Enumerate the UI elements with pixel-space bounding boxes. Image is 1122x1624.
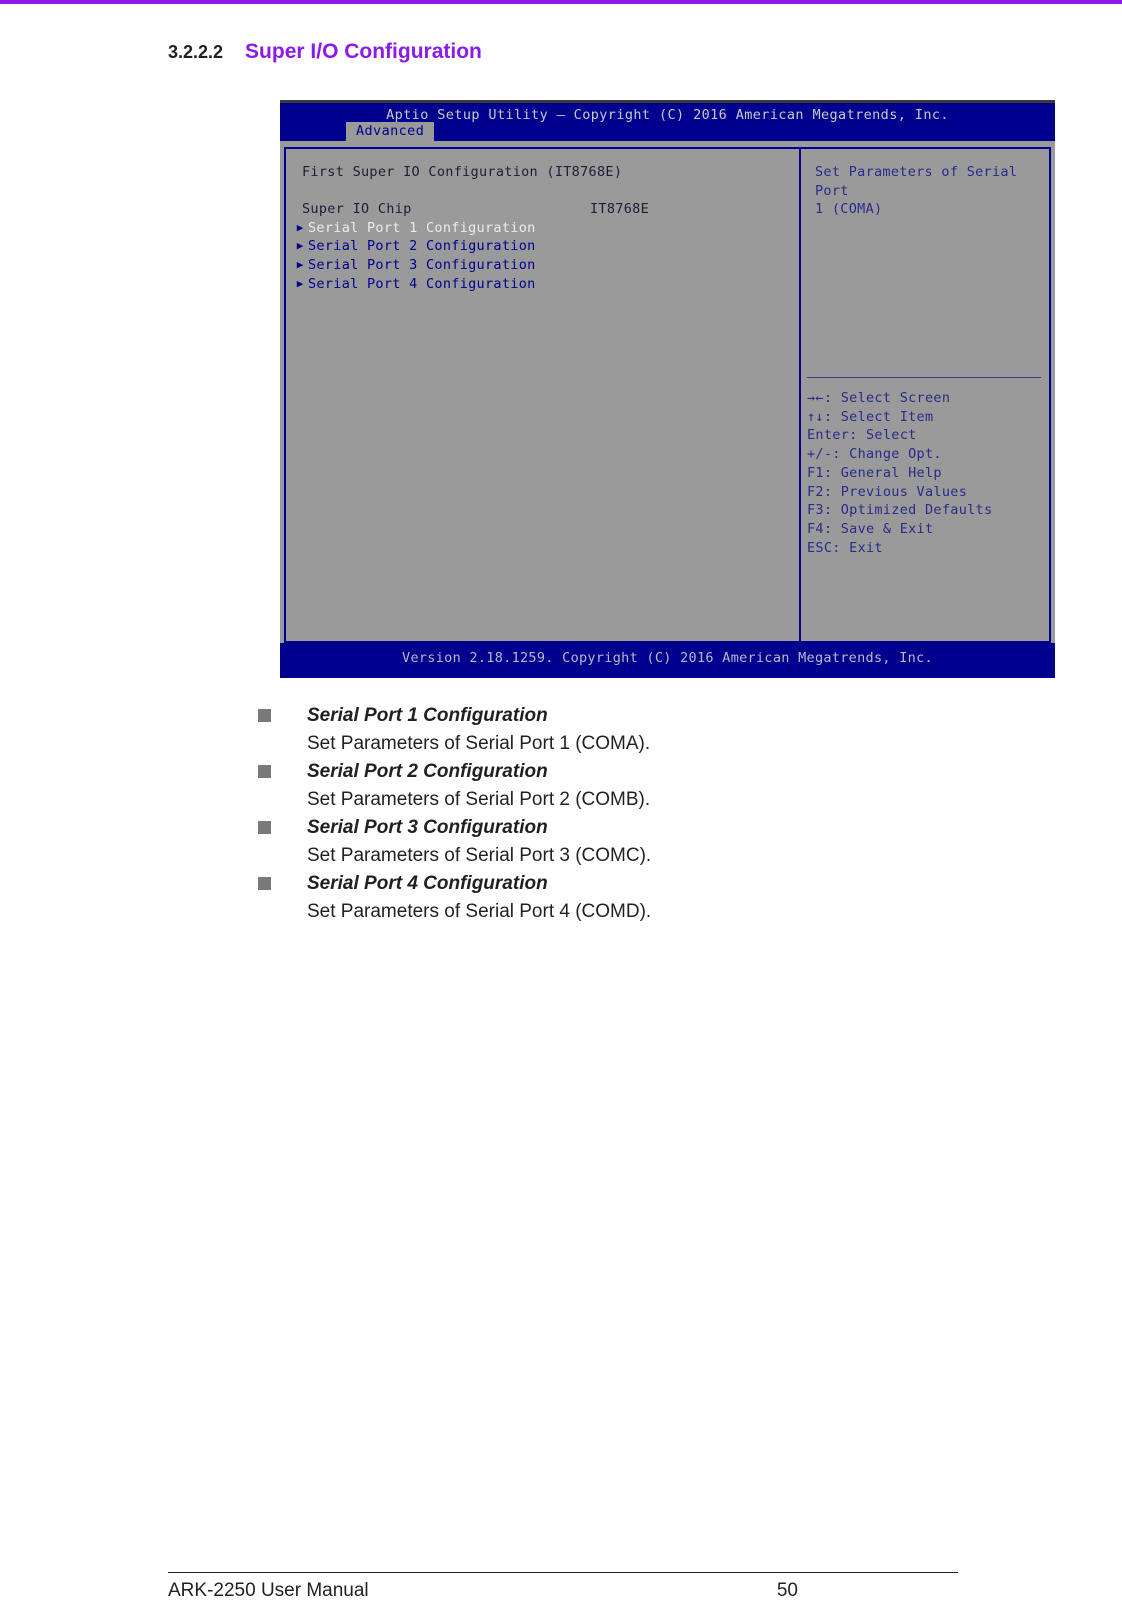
page-footer: ARK-2250 User Manual 50 [168,1572,958,1602]
bios-menu-item-label: Serial Port 2 Configuration [308,238,536,255]
list-item: Serial Port 1 Configuration Set Paramete… [258,702,958,758]
bios-spacer [302,182,799,201]
bios-version-bar: Version 2.18.1259. Copyright (C) 2016 Am… [280,643,1055,678]
key-legend-change-opt: +/-: Change Opt. [807,446,942,463]
bullet-title: Serial Port 1 Configuration [307,705,548,726]
bios-menu-item-serial-port-4[interactable]: ▶ Serial Port 4 Configuration [292,275,799,294]
bios-title-text: Aptio Setup Utility – Copyright (C) 2016… [386,107,949,123]
bios-key-legend: →←: Select Screen ↑↓: Select Item Enter:… [807,389,992,557]
key-legend-select-screen: →←: Select Screen [807,390,951,406]
footer-manual-name: ARK-2250 User Manual [168,1580,369,1601]
bios-body: First Super IO Configuration (IT8768E) S… [280,141,1055,643]
list-item: Serial Port 3 Configuration Set Paramete… [258,814,958,870]
bios-menu-item-label: Serial Port 4 Configuration [308,275,536,292]
bullet-description: Set Parameters of Serial Port 2 (COMB). [307,789,651,810]
bios-help-text: Set Parameters of Serial Port 1 (COMA) [815,164,1018,218]
list-item: Serial Port 4 Configuration Set Paramete… [258,870,958,926]
chevron-right-icon: ▶ [296,276,304,290]
bios-menu-panel: First Super IO Configuration (IT8768E) S… [284,147,800,643]
help-panel-divider [807,377,1041,378]
bullet-list: Serial Port 1 Configuration Set Paramete… [258,702,958,926]
bios-chip-row: Super IO Chip IT8768E [302,200,799,219]
bullet-square-icon [258,709,271,722]
key-legend-f2-previous-values: F2: Previous Values [807,483,968,500]
key-legend-f1-general-help: F1: General Help [807,464,942,481]
bios-title-bar: Aptio Setup Utility – Copyright (C) 2016… [280,103,1055,141]
bios-menu-item-label: Serial Port 1 Configuration [308,219,536,236]
chevron-right-icon: ▶ [296,220,304,234]
bios-menu-item-serial-port-1[interactable]: ▶ Serial Port 1 Configuration [292,219,799,238]
list-item: Serial Port 2 Configuration Set Paramete… [258,758,958,814]
bios-section-title: First Super IO Configuration (IT8768E) [302,164,623,180]
section-number: 3.2.2.2 [168,42,224,62]
page-title: 3.2.2.2 Super I/O Configuration [168,40,482,64]
bullet-square-icon [258,765,271,778]
section-title: Super I/O Configuration [245,40,482,63]
bios-menu-item-serial-port-2[interactable]: ▶ Serial Port 2 Configuration [292,237,799,256]
bios-tab-strip: Advanced [346,122,435,141]
key-legend-enter-select: Enter: Select [807,427,917,444]
bullet-description: Set Parameters of Serial Port 4 (COMD). [307,901,652,922]
bullet-square-icon [258,821,271,834]
bios-chip-value: IT8768E [590,201,649,218]
key-legend-select-item: ↑↓: Select Item [807,408,934,425]
bios-menu-item-label: Serial Port 3 Configuration [308,256,536,273]
bullet-square-icon [258,877,271,890]
bullet-description: Set Parameters of Serial Port 3 (COMC). [307,845,652,866]
chevron-right-icon: ▶ [296,257,304,271]
top-accent-rule [0,0,1122,4]
bullet-title: Serial Port 4 Configuration [307,873,548,894]
key-legend-f4-save-exit: F4: Save & Exit [807,520,934,537]
key-legend-esc-exit: ESC: Exit [807,539,883,556]
bullet-title: Serial Port 2 Configuration [307,761,548,782]
bios-help-panel: Set Parameters of Serial Port 1 (COMA) →… [800,147,1051,643]
footer-divider [168,1572,958,1573]
bios-chip-label: Super IO Chip [302,201,412,218]
footer-page-number: 50 [776,1580,798,1601]
key-legend-f3-optimized-defaults: F3: Optimized Defaults [807,502,993,519]
chevron-right-icon: ▶ [296,239,304,253]
bullet-description: Set Parameters of Serial Port 1 (COMA). [307,733,651,754]
tab-advanced[interactable]: Advanced [346,122,435,141]
bios-screenshot: Aptio Setup Utility – Copyright (C) 2016… [280,100,1055,678]
bios-menu-item-serial-port-3[interactable]: ▶ Serial Port 3 Configuration [292,256,799,275]
bullet-title: Serial Port 3 Configuration [307,817,548,838]
